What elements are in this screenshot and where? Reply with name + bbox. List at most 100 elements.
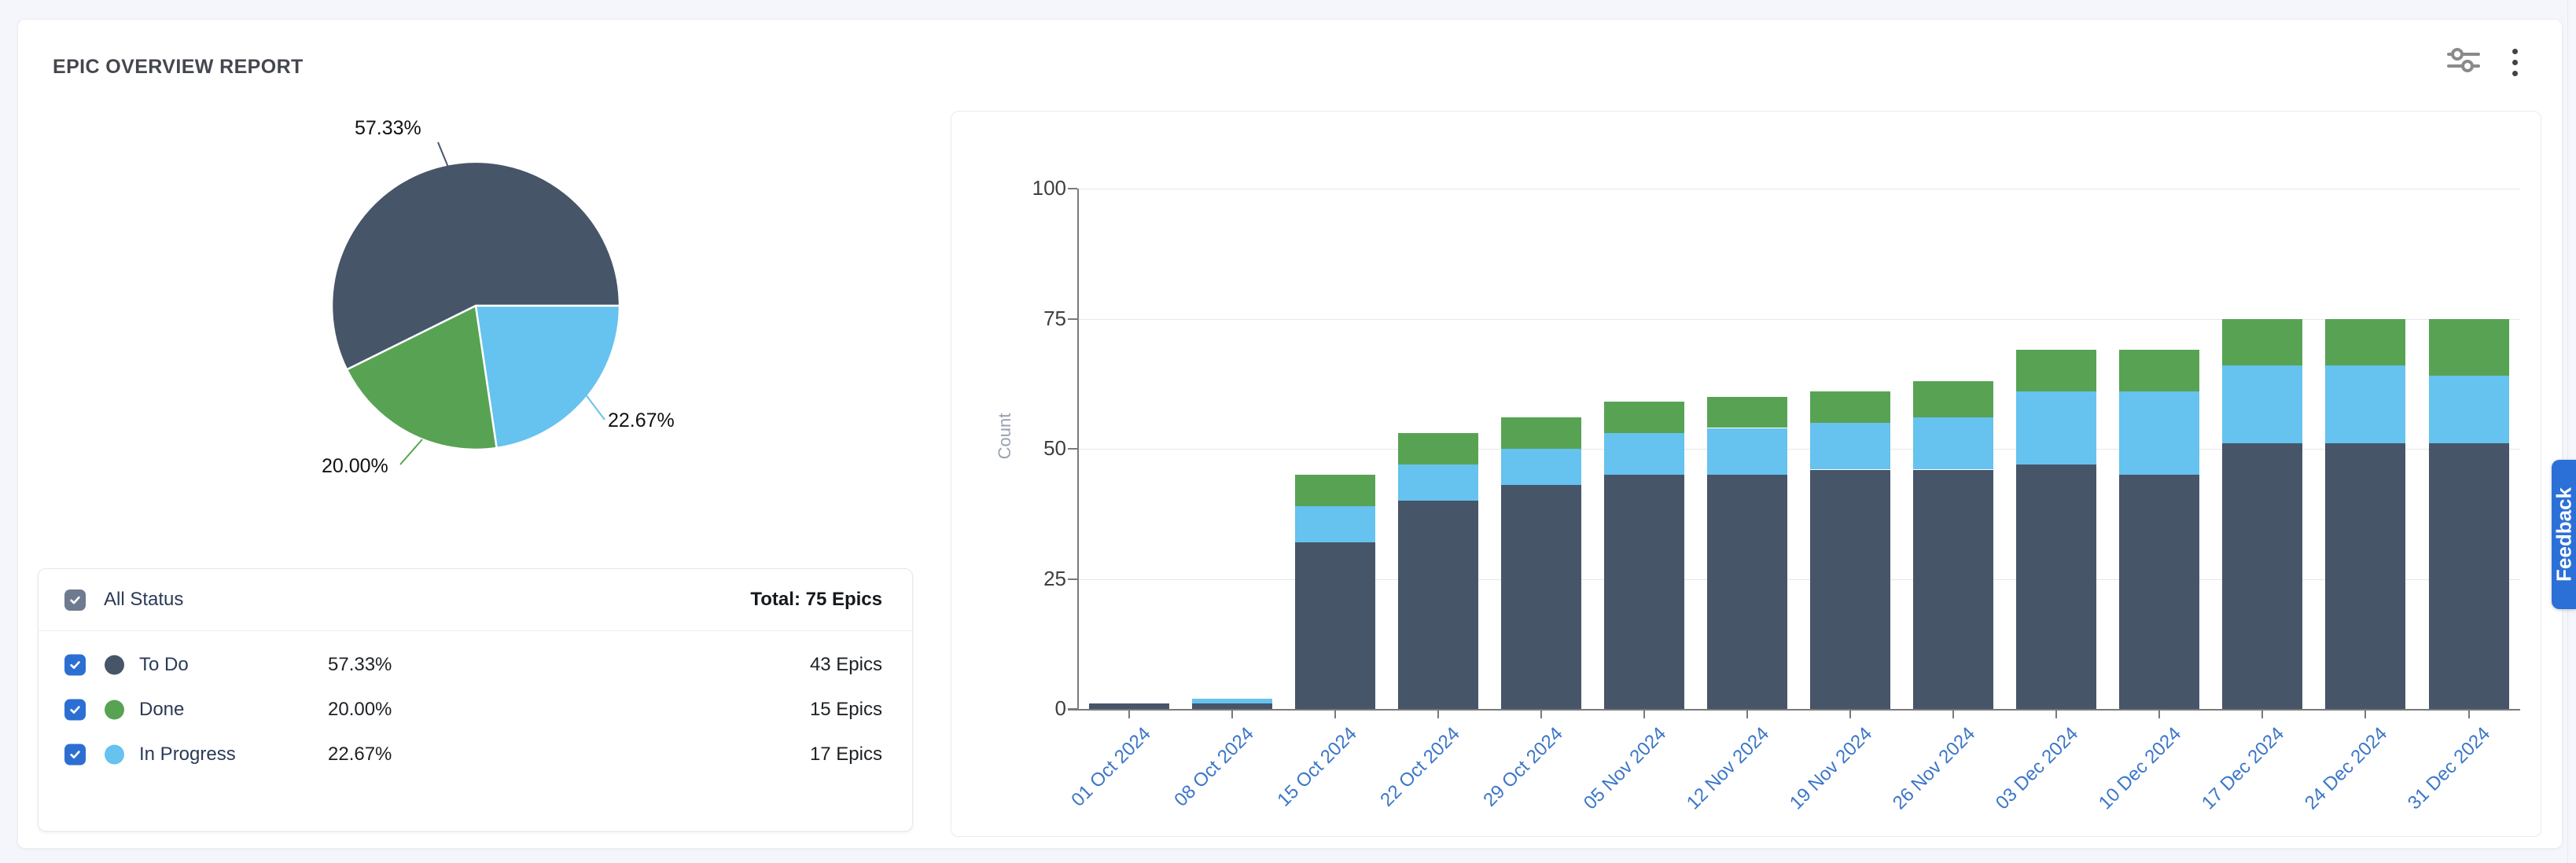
bar-segment-to-do[interactable] — [1398, 501, 1478, 709]
bar-segment-done[interactable] — [1501, 417, 1581, 449]
bar-segment-in-progress[interactable] — [1913, 417, 1993, 469]
status-label: To Do — [139, 654, 189, 676]
bar-segment-done[interactable] — [1295, 475, 1375, 506]
x-axis-tick — [2055, 711, 2057, 718]
done-checkbox[interactable] — [64, 699, 86, 720]
x-axis-label[interactable]: 31 Dec 2024 — [2404, 723, 2495, 814]
status-count: 17 Epics — [810, 744, 882, 766]
legend-row-to-do[interactable]: To Do 57.33% 43 Epics — [39, 642, 912, 687]
x-axis-label[interactable]: 12 Nov 2024 — [1683, 723, 1774, 814]
bar-segment-to-do[interactable] — [1501, 485, 1581, 709]
y-axis-tick — [1068, 188, 1077, 189]
pie-chart — [300, 95, 740, 512]
filter-sliders-icon[interactable] — [2445, 43, 2482, 78]
bar-segment-in-progress[interactable] — [2222, 365, 2302, 443]
all-status-label: All Status — [104, 589, 183, 611]
bar-segment-in-progress[interactable] — [1501, 449, 1581, 485]
to-do-checkbox[interactable] — [64, 654, 86, 675]
bar-segment-in-progress[interactable] — [1604, 433, 1684, 475]
legend-divider — [39, 630, 912, 631]
bar-segment-done[interactable] — [2119, 350, 2199, 391]
bar-segment-to-do[interactable] — [2325, 443, 2405, 709]
page-title: EPIC OVERVIEW REPORT — [53, 56, 304, 79]
bar-segment-in-progress[interactable] — [1398, 465, 1478, 501]
bar-segment-to-do[interactable] — [2222, 443, 2302, 709]
status-label: Done — [139, 699, 184, 721]
bar-segment-in-progress[interactable] — [2429, 376, 2509, 443]
bar-segment-to-do[interactable] — [1295, 542, 1375, 709]
legend-row-done[interactable]: Done 20.00% 15 Epics — [39, 687, 912, 732]
bar-segment-to-do[interactable] — [2429, 443, 2509, 709]
bar-segment-to-do[interactable] — [2119, 475, 2199, 709]
bar-segment-done[interactable] — [1398, 433, 1478, 465]
x-axis-tick — [1437, 711, 1439, 718]
check-icon — [68, 593, 82, 607]
y-tick-label: 50 — [1011, 436, 1066, 461]
x-axis-label[interactable]: 10 Dec 2024 — [2095, 723, 2186, 814]
x-axis-label[interactable]: 19 Nov 2024 — [1786, 723, 1877, 814]
kebab-menu-icon[interactable] — [2503, 45, 2526, 79]
page-divider — [2567, 0, 2568, 863]
pie-label-in-progress: 22.67% — [608, 409, 675, 432]
pie-chart-area: 57.33% 22.67% 20.00% — [300, 95, 740, 512]
bar-segment-to-do[interactable] — [1707, 475, 1787, 709]
bar-segment-done[interactable] — [1913, 381, 1993, 417]
x-axis-label[interactable]: 29 Oct 2024 — [1479, 723, 1567, 811]
y-tick-label: 25 — [1011, 567, 1066, 591]
in-progress-color-dot — [105, 744, 124, 764]
bar-segment-to-do[interactable] — [1810, 470, 1890, 710]
x-axis-label[interactable]: 05 Nov 2024 — [1580, 723, 1671, 814]
x-axis-label[interactable]: 22 Oct 2024 — [1376, 723, 1464, 811]
bar-segment-to-do[interactable] — [2016, 465, 2096, 709]
x-axis-tick — [1231, 711, 1233, 718]
bar-segment-to-do[interactable] — [1604, 475, 1684, 709]
y-axis-tick — [1068, 448, 1077, 450]
bar-segment-in-progress[interactable] — [1192, 699, 1272, 704]
x-axis-label[interactable]: 26 Nov 2024 — [1889, 723, 1980, 814]
bar-segment-to-do[interactable] — [1913, 470, 1993, 710]
x-axis-label[interactable]: 24 Dec 2024 — [2301, 723, 2392, 814]
bar-segment-in-progress[interactable] — [1295, 506, 1375, 542]
status-count: 43 Epics — [810, 654, 882, 676]
y-axis-tick — [1068, 318, 1077, 320]
bar-segment-done[interactable] — [2325, 319, 2405, 366]
pie-slice-in-progress[interactable] — [476, 306, 620, 448]
x-axis-label[interactable]: 17 Dec 2024 — [2198, 723, 2289, 814]
bar-segment-done[interactable] — [2016, 350, 2096, 391]
x-axis — [1068, 709, 2520, 711]
to-do-color-dot — [105, 655, 124, 674]
bar-segment-done[interactable] — [1810, 391, 1890, 423]
done-color-dot — [105, 700, 124, 719]
bar-segment-to-do[interactable] — [1089, 703, 1169, 709]
gridline — [1079, 319, 2520, 320]
report-card: EPIC OVERVIEW REPORT 57.33% 22.67% 20.00… — [17, 19, 2563, 849]
bar-segment-in-progress[interactable] — [1810, 423, 1890, 470]
x-axis-label[interactable]: 03 Dec 2024 — [1992, 723, 2083, 814]
bar-segment-done[interactable] — [2222, 319, 2302, 366]
y-tick-label: 75 — [1011, 307, 1066, 331]
bar-segment-in-progress[interactable] — [2016, 391, 2096, 465]
status-percent: 57.33% — [328, 654, 392, 676]
x-axis-tick — [1128, 711, 1130, 718]
legend-row-in-progress[interactable]: In Progress 22.67% 17 Epics — [39, 732, 912, 777]
bar-segment-in-progress[interactable] — [2325, 365, 2405, 443]
bar-segment-done[interactable] — [1707, 397, 1787, 428]
pie-connector-in-progress — [580, 387, 605, 420]
bar-segment-in-progress[interactable] — [2119, 391, 2199, 475]
all-status-checkbox[interactable] — [64, 589, 86, 611]
in-progress-checkbox[interactable] — [64, 744, 86, 765]
check-icon — [68, 747, 82, 761]
x-axis-label[interactable]: 08 Oct 2024 — [1170, 723, 1258, 811]
feedback-button[interactable]: Feedback — [2552, 460, 2576, 609]
x-axis-label[interactable]: 15 Oct 2024 — [1273, 723, 1361, 811]
gridline — [1079, 449, 2520, 450]
bar-segment-to-do[interactable] — [1192, 703, 1272, 709]
legend-header: All Status Total: 75 Epics — [39, 569, 912, 630]
x-axis-tick — [2158, 711, 2160, 718]
x-axis-tick — [1643, 711, 1645, 718]
bar-segment-in-progress[interactable] — [1707, 428, 1787, 476]
y-axis — [1077, 189, 1079, 709]
bar-segment-done[interactable] — [1604, 402, 1684, 433]
x-axis-label[interactable]: 01 Oct 2024 — [1067, 723, 1155, 811]
bar-segment-done[interactable] — [2429, 319, 2509, 376]
